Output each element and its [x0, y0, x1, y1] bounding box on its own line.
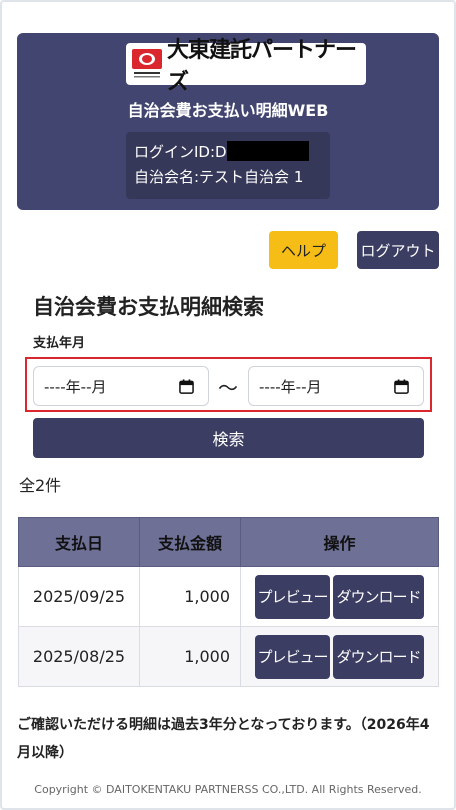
preview-button[interactable]: プレビュー [255, 574, 330, 619]
search-title: 自治会費お支払明細検索 [33, 295, 264, 319]
login-id-line: ログインID:D [134, 140, 330, 165]
association-name: 自治会名:テスト自治会 1 [134, 168, 304, 186]
app-title: 自治会費お支払い明細WEB [127, 101, 329, 120]
date-to-placeholder: ----年--月 [259, 377, 322, 396]
download-button[interactable]: ダウンロード [333, 634, 424, 679]
table-row: 2025/09/25 1,000 プレビュー ダウンロード [18, 566, 439, 627]
search-button[interactable]: 検索 [33, 418, 424, 458]
login-info-box: ログインID:D 自治会名:テスト自治会 1 [126, 132, 330, 199]
result-count: 全2件 [19, 476, 62, 495]
help-button[interactable]: ヘルプ [269, 231, 338, 269]
column-header-actions: 操作 [240, 517, 439, 567]
table-row: 2025/08/25 1,000 プレビュー ダウンロード [18, 626, 439, 687]
app-header: 大東建託パートナーズ 自治会費お支払い明細WEB ログインID:D 自治会名:テ… [17, 33, 439, 210]
column-header-amount: 支払金額 [139, 517, 241, 567]
range-separator: 〜 [218, 376, 238, 400]
login-id-label: ログインID:D [134, 143, 227, 161]
payment-date: 2025/09/25 [18, 566, 140, 627]
retention-notice: ご確認いただける明細は過去3年分となっております。（2026年4月以降） [17, 717, 430, 761]
copyright: Copyright © DAITOKENTAKU PARTNERSS CO.,L… [34, 783, 422, 796]
date-from-placeholder: ----年--月 [44, 377, 107, 396]
date-from-input[interactable]: ----年--月 [33, 366, 209, 406]
results-table: 支払日 支払金額 操作 2025/09/25 1,000 プレビュー ダウンロード… [18, 517, 439, 687]
calendar-icon[interactable] [179, 379, 194, 394]
date-to-input[interactable]: ----年--月 [248, 366, 424, 406]
logout-button[interactable]: ログアウト [357, 231, 439, 269]
calendar-icon[interactable] [394, 379, 409, 394]
logo-text: 大東建託パートナーズ [167, 38, 357, 95]
column-header-date: 支払日 [18, 517, 140, 567]
company-logo: 大東建託パートナーズ [126, 38, 366, 95]
row-actions: プレビュー ダウンロード [240, 566, 439, 627]
masked-login-id [226, 141, 309, 161]
download-button[interactable]: ダウンロード [333, 574, 424, 619]
payment-date: 2025/08/25 [18, 626, 140, 687]
preview-button[interactable]: プレビュー [255, 634, 330, 679]
payment-amount: 1,000 [139, 566, 241, 627]
logo-mark-icon [132, 49, 162, 79]
table-header-row: 支払日 支払金額 操作 [18, 517, 439, 567]
row-actions: プレビュー ダウンロード [240, 626, 439, 687]
payment-amount: 1,000 [139, 626, 241, 687]
payment-period-label: 支払年月 [33, 336, 86, 351]
